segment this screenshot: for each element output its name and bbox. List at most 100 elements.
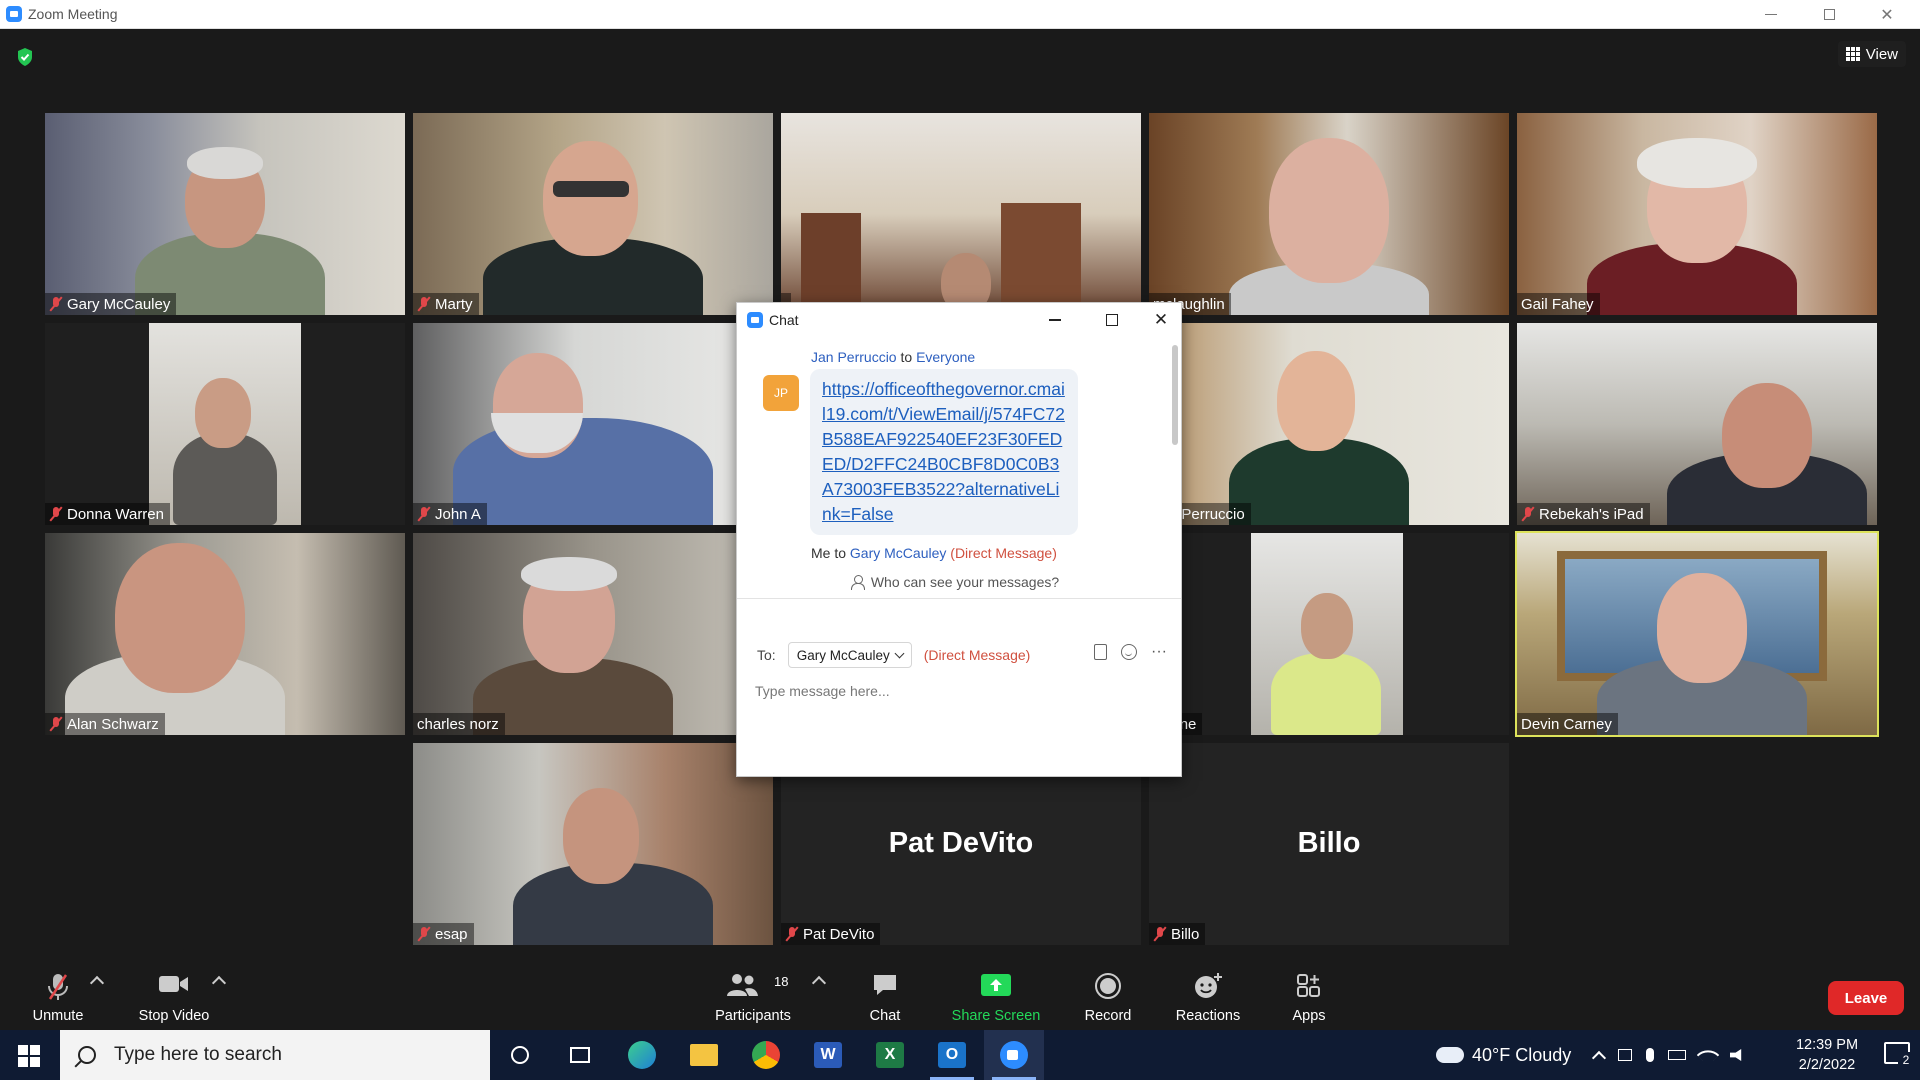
- participant-tile[interactable]: Marty: [413, 113, 773, 315]
- close-icon: ✕: [1153, 310, 1169, 329]
- participant-tile[interactable]: Alan Schwarz: [45, 533, 405, 735]
- cloudy-weather-icon: [1436, 1047, 1464, 1063]
- battery-icon[interactable]: [1668, 1050, 1686, 1060]
- reactions-button[interactable]: Reactions: [1172, 964, 1244, 1030]
- video-feed: [1517, 113, 1877, 315]
- message-input[interactable]: [755, 679, 1155, 703]
- excel-icon[interactable]: X: [860, 1030, 920, 1080]
- encryption-shield-icon[interactable]: [16, 47, 34, 67]
- volume-icon[interactable]: [1730, 1049, 1742, 1061]
- muted-mic-icon: [417, 297, 431, 311]
- file-explorer-icon[interactable]: [674, 1030, 734, 1080]
- weather-widget[interactable]: 40°F Cloudy: [1436, 1030, 1571, 1080]
- stop-video-button[interactable]: Stop Video: [132, 964, 216, 1030]
- wifi-icon[interactable]: [1696, 1043, 1720, 1067]
- view-label: View: [1865, 45, 1898, 63]
- restore-icon: [1823, 9, 1835, 20]
- more-icon[interactable]: ···: [1151, 643, 1167, 661]
- view-button[interactable]: View: [1837, 41, 1906, 67]
- participant-tile[interactable]: Jan Perruccio: [1149, 323, 1509, 525]
- muted-mic-icon: [49, 717, 63, 731]
- message-link[interactable]: https://officeofthegovernor.cmail19.com/…: [822, 379, 1065, 524]
- video-feed: [45, 113, 405, 315]
- video-camera-icon: [159, 976, 188, 992]
- zoom-taskbar-icon[interactable]: [984, 1030, 1044, 1080]
- participant-tile[interactable]: Rebekah's iPad: [1517, 323, 1877, 525]
- chevron-up-icon[interactable]: [1591, 1050, 1607, 1066]
- share-screen-icon: [981, 974, 1011, 996]
- window-title: Zoom Meeting: [28, 6, 118, 22]
- participants-options-caret[interactable]: [811, 975, 827, 991]
- recipient-dropdown[interactable]: Gary McCauley: [787, 642, 912, 668]
- chat-scrollbar[interactable]: [1172, 345, 1178, 445]
- chat-button[interactable]: Chat: [860, 964, 910, 1030]
- participant-name-tag: John A: [413, 503, 487, 525]
- chrome-icon[interactable]: [736, 1030, 796, 1080]
- restore-button[interactable]: [1800, 0, 1858, 29]
- video-feed: [45, 533, 405, 735]
- word-icon[interactable]: W: [798, 1030, 858, 1080]
- minimize-button[interactable]: [1742, 0, 1800, 29]
- windows-start-icon[interactable]: [18, 1045, 40, 1067]
- edge-icon[interactable]: [612, 1030, 672, 1080]
- meet-now-icon[interactable]: [1618, 1049, 1632, 1061]
- cortana-icon[interactable]: [490, 1030, 550, 1080]
- share-screen-button[interactable]: Share Screen: [946, 964, 1046, 1030]
- microphone-icon[interactable]: [1646, 1048, 1654, 1062]
- leave-button[interactable]: Leave: [1828, 981, 1904, 1015]
- reactions-icon: [1195, 973, 1222, 998]
- video-feed: [45, 323, 405, 525]
- record-button[interactable]: Record: [1082, 964, 1134, 1030]
- outlook-icon[interactable]: O: [922, 1030, 982, 1080]
- video-feed: [1149, 323, 1509, 525]
- notification-count: 2: [1898, 1052, 1914, 1068]
- participant-name-tag: esap: [413, 923, 474, 945]
- clock-date: 2/2/2022: [1798, 1057, 1856, 1073]
- participant-tile[interactable]: [781, 113, 1141, 315]
- participant-tile[interactable]: Phone: [1149, 533, 1509, 735]
- muted-mic-icon: [417, 927, 431, 941]
- participant-tile[interactable]: Billo Billo: [1149, 743, 1509, 945]
- chat-maximize-button[interactable]: [1092, 303, 1132, 337]
- video-feed: [413, 533, 773, 735]
- clock[interactable]: 12:39 PM 2/2/2022: [1782, 1035, 1872, 1075]
- participant-tile[interactable]: esap: [413, 743, 773, 945]
- participant-tile[interactable]: Donna Warren: [45, 323, 405, 525]
- grid-icon: [1845, 47, 1860, 61]
- maximize-icon: [1106, 314, 1118, 326]
- minimize-icon: [1049, 319, 1061, 321]
- chevron-down-icon: [894, 648, 905, 658]
- who-can-see-link[interactable]: Who can see your messages?: [737, 567, 1173, 597]
- participants-button[interactable]: 18 Participants: [708, 964, 798, 1030]
- title-bar: Zoom Meeting ✕: [0, 0, 1920, 29]
- unmute-button[interactable]: Unmute: [22, 964, 94, 1030]
- chat-minimize-button[interactable]: [1035, 303, 1075, 337]
- participant-tile[interactable]: John A: [413, 323, 773, 525]
- taskbar-search[interactable]: [60, 1030, 490, 1080]
- divider: [737, 598, 1181, 599]
- participant-tile[interactable]: Gary McCauley: [45, 113, 405, 315]
- muted-mic-icon: [785, 927, 799, 941]
- direct-message-tag: (Direct Message): [923, 647, 1031, 663]
- task-view-icon[interactable]: [550, 1030, 610, 1080]
- active-speaker-tile[interactable]: Devin Carney: [1515, 531, 1879, 737]
- emoji-icon[interactable]: [1121, 644, 1138, 660]
- participant-tile[interactable]: mclaughlin: [1149, 113, 1509, 315]
- meeting-area: View Gary McCauley Marty mclaughlin Gail…: [0, 29, 1920, 964]
- close-button[interactable]: ✕: [1858, 0, 1916, 29]
- chat-messages[interactable]: Jan Perruccio to Everyone JP https://off…: [737, 337, 1173, 567]
- notifications-icon[interactable]: 2: [1884, 1042, 1914, 1068]
- participant-name-tag: Marty: [413, 293, 479, 315]
- message-header: Me to Gary McCauley (Direct Message): [811, 545, 1057, 561]
- person-icon: [850, 575, 865, 590]
- video-feed: [1149, 113, 1509, 315]
- participant-tile[interactable]: Gail Fahey: [1517, 113, 1877, 315]
- muted-mic-icon: [1153, 927, 1167, 941]
- apps-button[interactable]: Apps: [1287, 964, 1331, 1030]
- file-icon[interactable]: [1094, 644, 1108, 660]
- participant-display-name: Pat DeVito: [888, 827, 1034, 859]
- participant-tile[interactable]: charles norz: [413, 533, 773, 735]
- search-icon: [78, 1046, 96, 1064]
- chat-close-button[interactable]: ✕: [1141, 303, 1181, 337]
- taskbar-search-input[interactable]: [114, 1044, 474, 1066]
